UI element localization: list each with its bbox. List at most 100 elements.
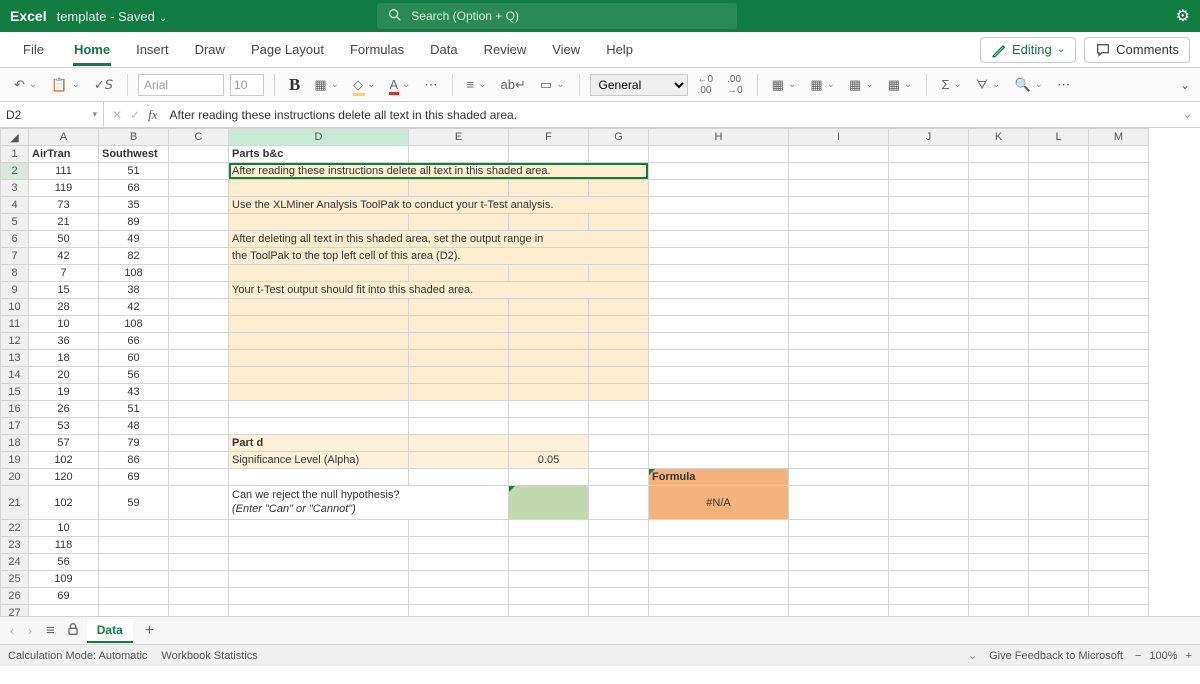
cell-L19[interactable] [1029,452,1089,469]
sheet-tab-data[interactable]: Data [87,619,133,643]
decrease-decimal-button[interactable]: .00→0 [723,74,747,96]
cell-I6[interactable] [789,231,889,248]
cell-K26[interactable] [969,588,1029,605]
cell-J9[interactable] [889,282,969,299]
cell-C5[interactable] [169,214,229,231]
row-header-20[interactable]: 20 [1,469,29,486]
find-button[interactable]: 🔍 [1010,77,1047,93]
cell-J10[interactable] [889,299,969,316]
cell-A10[interactable]: 28 [29,299,99,316]
cell-F25[interactable] [509,571,589,588]
row-header-2[interactable]: 2 [1,163,29,180]
cell-F20[interactable] [509,469,589,486]
cell-E20[interactable] [409,469,509,486]
cell-M16[interactable] [1089,401,1149,418]
cell-A3[interactable]: 119 [29,180,99,197]
cell-B8[interactable]: 108 [99,265,169,282]
cell-C25[interactable] [169,571,229,588]
cell-H16[interactable] [649,401,789,418]
cell-L14[interactable] [1029,367,1089,384]
cell-G22[interactable] [589,520,649,537]
cell-L6[interactable] [1029,231,1089,248]
cell-A15[interactable]: 19 [29,384,99,401]
cell-K2[interactable] [969,163,1029,180]
cell-K8[interactable] [969,265,1029,282]
cell-F24[interactable] [509,554,589,571]
cell-L2[interactable] [1029,163,1089,180]
cell-H6[interactable] [649,231,789,248]
increase-decimal-button[interactable]: ←0.00 [694,74,718,96]
cell-B3[interactable]: 68 [99,180,169,197]
cell-K13[interactable] [969,350,1029,367]
formula-bar-expand-icon[interactable]: ⌄ [1175,108,1200,121]
cell-E1[interactable] [409,146,509,163]
zoom-out-button[interactable]: − [1135,650,1141,662]
cell-J23[interactable] [889,537,969,554]
cell-D21[interactable]: Can we reject the null hypothesis?(Enter… [229,486,509,520]
cell-M4[interactable] [1089,197,1149,214]
cell-J19[interactable] [889,452,969,469]
cell-I8[interactable] [789,265,889,282]
cell-I9[interactable] [789,282,889,299]
number-format-select[interactable]: General [590,74,688,96]
cell-K9[interactable] [969,282,1029,299]
merge-button[interactable]: ▭ [536,77,569,93]
cell-L18[interactable] [1029,435,1089,452]
row-header-3[interactable]: 3 [1,180,29,197]
font-color-button[interactable]: A [385,77,414,92]
cell-F15[interactable] [509,384,589,401]
cell-F3[interactable] [509,180,589,197]
cell-H20[interactable]: Formula [649,469,789,486]
cell-M15[interactable] [1089,384,1149,401]
tab-nav-next[interactable]: › [24,624,36,638]
cell-K1[interactable] [969,146,1029,163]
cell-J15[interactable] [889,384,969,401]
menu-formulas[interactable]: Formulas [337,42,417,57]
zoom-in-button[interactable]: + [1186,650,1192,662]
cell-M17[interactable] [1089,418,1149,435]
cell-A19[interactable]: 102 [29,452,99,469]
row-header-16[interactable]: 16 [1,401,29,418]
col-header-A[interactable]: A [29,129,99,146]
cell-D26[interactable] [229,588,409,605]
cell-H10[interactable] [649,299,789,316]
cell-D10[interactable] [229,299,409,316]
ribbon-expand-icon[interactable]: ⌄ [1180,78,1190,92]
cell-H18[interactable] [649,435,789,452]
cell-E15[interactable] [409,384,509,401]
cell-K22[interactable] [969,520,1029,537]
cell-I22[interactable] [789,520,889,537]
cell-G23[interactable] [589,537,649,554]
cell-I20[interactable] [789,469,889,486]
cell-G19[interactable] [589,452,649,469]
row-header-12[interactable]: 12 [1,333,29,350]
cell-A5[interactable]: 21 [29,214,99,231]
cell-E24[interactable] [409,554,509,571]
cell-D8[interactable] [229,265,409,282]
cell-B26[interactable] [99,588,169,605]
bold-button[interactable]: B [285,75,304,95]
cell-H12[interactable] [649,333,789,350]
cell-A23[interactable]: 118 [29,537,99,554]
align-button[interactable]: ≡ [463,77,491,92]
cell-G11[interactable] [589,316,649,333]
feedback-link[interactable]: Give Feedback to Microsoft [989,650,1123,662]
cell-B19[interactable]: 86 [99,452,169,469]
cell-H7[interactable] [649,248,789,265]
cell-D2[interactable]: After reading these instructions delete … [229,163,649,180]
cell-B2[interactable]: 51 [99,163,169,180]
cell-A21[interactable]: 102 [29,486,99,520]
cell-L13[interactable] [1029,350,1089,367]
cell-C4[interactable] [169,197,229,214]
cell-style-button[interactable]: ▦ [845,77,878,93]
cell-F18[interactable] [509,435,589,452]
cell-F11[interactable] [509,316,589,333]
cell-J24[interactable] [889,554,969,571]
clipboard-button[interactable]: 📋 [47,77,84,93]
cell-D7[interactable]: the ToolPak to the top left cell of this… [229,248,649,265]
row-header-23[interactable]: 23 [1,537,29,554]
cell-M24[interactable] [1089,554,1149,571]
select-all-corner[interactable]: ◢ [1,129,29,146]
col-header-L[interactable]: L [1029,129,1089,146]
cell-I21[interactable] [789,486,889,520]
